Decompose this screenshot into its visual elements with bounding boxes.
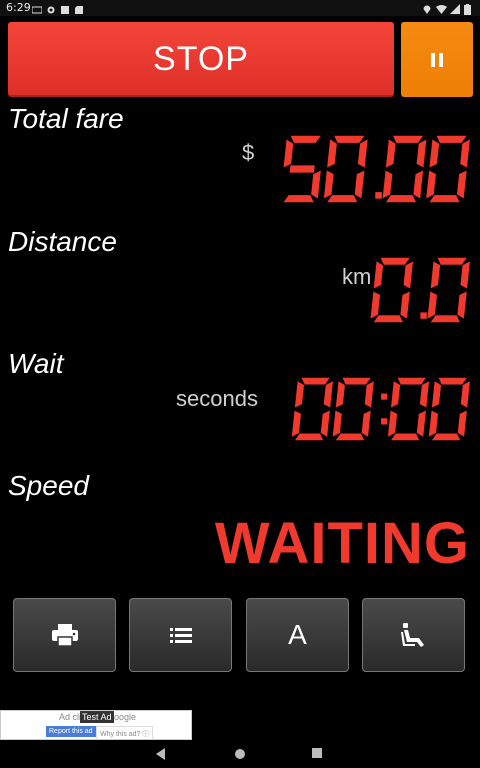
settings-icon	[46, 2, 56, 14]
app-icon	[60, 2, 70, 14]
signal-icon	[450, 2, 460, 14]
print-icon	[51, 624, 78, 646]
decimal-point	[375, 192, 382, 199]
decimal-point	[420, 312, 427, 319]
speed-status: WAITING	[214, 511, 470, 576]
seat-icon	[400, 623, 424, 647]
home-icon[interactable]	[234, 748, 246, 760]
distance-display	[370, 257, 470, 323]
list-button[interactable]	[129, 598, 232, 672]
network-icon	[31, 2, 43, 14]
pause-icon	[431, 52, 443, 67]
recent-apps-icon[interactable]	[312, 748, 322, 758]
status-right-icons	[422, 2, 474, 15]
ad-badge: Test Ad	[80, 711, 114, 723]
segment-digit	[427, 257, 470, 323]
distance-label: Distance	[8, 226, 117, 257]
fare-display	[283, 135, 470, 203]
segment-digit	[283, 135, 321, 203]
status-time: 6:29	[6, 1, 31, 14]
font-size-button[interactable]: A	[246, 598, 349, 672]
segment-digit	[323, 135, 368, 203]
segment-digit	[387, 377, 430, 441]
stop-button[interactable]: STOP	[8, 22, 394, 97]
sd-card-icon	[74, 2, 84, 14]
navigation-bar	[0, 740, 480, 768]
print-button[interactable]	[13, 598, 116, 672]
list-icon	[169, 628, 192, 643]
segment-digit	[332, 377, 374, 441]
battery-icon	[464, 2, 474, 15]
fare-label: Total fare	[8, 103, 124, 134]
ad-text-left: Ad cli	[59, 712, 82, 722]
segment-digit	[291, 377, 333, 441]
segment-digit	[428, 377, 470, 441]
segment-digit	[370, 257, 413, 323]
segment-digit	[382, 135, 427, 203]
location-icon	[422, 2, 432, 14]
ad-banner[interactable]: Ad cli oogle Test Ad Report this ad Why …	[0, 710, 192, 742]
segment-digit	[426, 135, 470, 203]
wait-display	[291, 377, 470, 441]
font-size-label: A	[288, 619, 307, 650]
wait-unit: seconds	[176, 386, 258, 411]
ad-text-right: oogle	[114, 712, 137, 722]
stop-button-label: STOP	[153, 40, 249, 78]
speed-label: Speed	[8, 470, 89, 501]
pause-button[interactable]	[401, 22, 473, 97]
status-left-icons	[31, 2, 84, 14]
colon-separator	[381, 393, 388, 425]
report-ad-button[interactable]: Report this ad	[46, 726, 96, 737]
wifi-icon	[436, 2, 447, 14]
distance-unit: km	[342, 264, 372, 289]
seat-button[interactable]	[362, 598, 465, 672]
wait-label: Wait	[8, 348, 64, 379]
status-bar: 6:29	[0, 0, 480, 16]
currency-symbol: $	[242, 140, 255, 165]
back-icon[interactable]	[156, 748, 166, 760]
